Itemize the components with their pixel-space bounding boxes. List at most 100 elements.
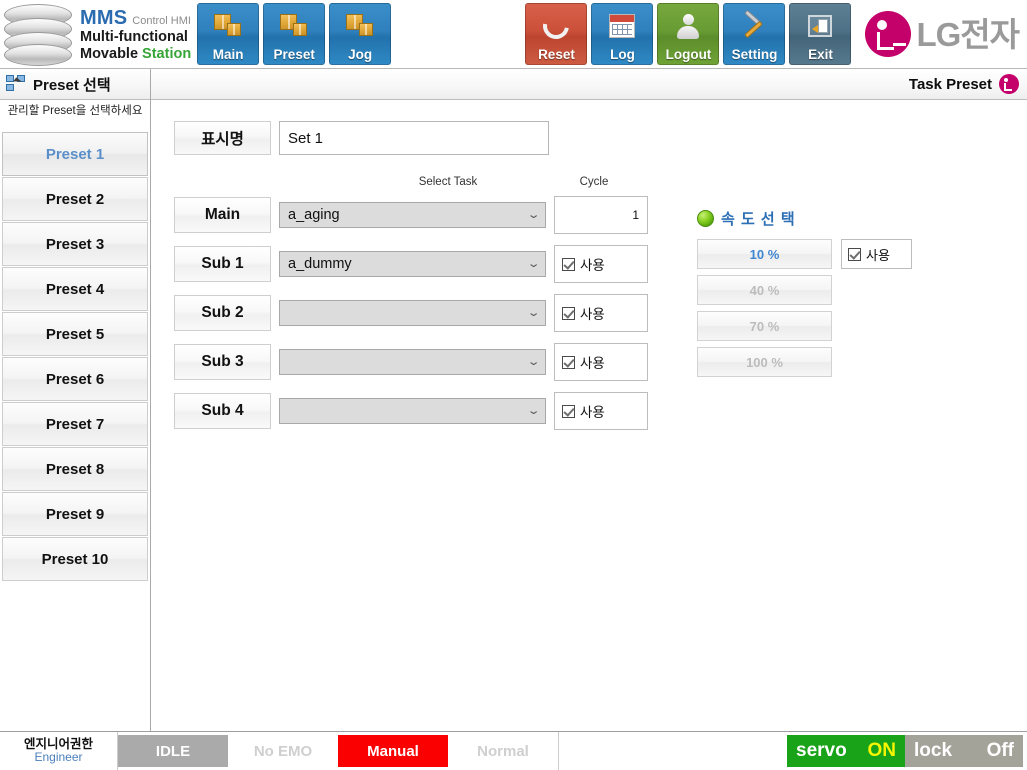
task-select-sub-4[interactable]: ⌄ bbox=[279, 398, 546, 424]
sidebar-item-preset-7[interactable]: Preset 7 bbox=[2, 402, 148, 446]
reset-button[interactable]: Reset bbox=[525, 3, 588, 65]
logout-button-label: Logout bbox=[665, 46, 712, 62]
chevron-down-icon: ⌄ bbox=[526, 404, 541, 417]
auth-level-ko: 엔지니어권한 bbox=[23, 736, 93, 751]
hmi-application: MMS Control HMI Multi-functional Movable… bbox=[0, 0, 1027, 770]
status-badge-manual: Manual bbox=[338, 735, 448, 767]
display-name-input[interactable]: Set 1 bbox=[279, 121, 549, 155]
task-row-sub-1: Sub 1 a_dummy ⌄ 사용 bbox=[174, 245, 648, 283]
green-globe-icon bbox=[697, 210, 714, 227]
speed-option-70[interactable]: 70 % bbox=[697, 311, 832, 341]
calendar-icon bbox=[609, 4, 636, 48]
sidebar-item-preset-1[interactable]: Preset 1 bbox=[2, 132, 148, 176]
column-header-cycle: Cycle bbox=[579, 176, 609, 188]
use-checkbox-label: 사용 bbox=[580, 356, 605, 371]
status-spacer bbox=[559, 732, 787, 770]
speed-use-checkbox[interactable]: 사용 bbox=[841, 239, 912, 269]
task-row-sub-3: Sub 3 ⌄ 사용 bbox=[174, 343, 648, 381]
sidebar-item-preset-3[interactable]: Preset 3 bbox=[2, 222, 148, 266]
sidebar-item-label: Preset 1 bbox=[45, 145, 105, 163]
brand-text: MMS Control HMI Multi-functional Movable… bbox=[80, 6, 191, 63]
task-row-label: Sub 3 bbox=[174, 344, 271, 380]
column-headers: Select Task Cycle bbox=[151, 176, 1027, 192]
lock-toggle-value: Off bbox=[986, 740, 1014, 761]
task-row-sub-2: Sub 2 ⌄ 사용 bbox=[174, 294, 648, 332]
sidebar-item-preset-9[interactable]: Preset 9 bbox=[2, 492, 148, 536]
servo-toggle[interactable]: servo ON bbox=[787, 735, 905, 767]
top-toolbar: MMS Control HMI Multi-functional Movable… bbox=[0, 0, 1027, 69]
task-row-label: Main bbox=[174, 197, 271, 233]
sidebar-item-label: Preset 9 bbox=[45, 505, 105, 523]
servo-toggle-value: ON bbox=[867, 740, 897, 761]
use-checkbox-label: 사용 bbox=[580, 307, 605, 322]
chevron-down-icon: ⌄ bbox=[526, 257, 541, 270]
task-row-label: Sub 4 bbox=[174, 393, 271, 429]
servo-toggle-label: servo bbox=[796, 740, 847, 761]
checkbox-icon bbox=[562, 257, 575, 271]
use-checkbox-label: 사용 bbox=[580, 405, 605, 420]
status-badge-idle: IDLE bbox=[118, 735, 228, 767]
speed-option-40[interactable]: 40 % bbox=[697, 275, 832, 305]
sidebar-item-label: Preset 3 bbox=[45, 235, 105, 253]
use-checkbox-label: 사용 bbox=[580, 258, 605, 273]
checkbox-icon bbox=[562, 404, 575, 418]
content-area: Preset 선택 관리할 Preset을 선택하세요 Preset 1 Pre… bbox=[0, 69, 1027, 731]
use-checkbox-sub-4[interactable]: 사용 bbox=[554, 392, 648, 430]
nav-button-preset[interactable]: Preset bbox=[263, 3, 326, 65]
main-panel-header: Task Preset bbox=[151, 69, 1027, 100]
sidebar-item-preset-2[interactable]: Preset 2 bbox=[2, 177, 148, 221]
checkbox-icon bbox=[562, 355, 575, 369]
sidebar-item-preset-6[interactable]: Preset 6 bbox=[2, 357, 148, 401]
speed-options: 10 % 40 % 70 % 100 % bbox=[697, 239, 832, 377]
speed-option-label: 40 % bbox=[749, 282, 780, 298]
task-select-sub-2[interactable]: ⌄ bbox=[279, 300, 546, 326]
logout-button[interactable]: Logout bbox=[657, 3, 720, 65]
log-button-label: Log bbox=[610, 46, 635, 62]
status-bar: 엔지니어권한 Engineer IDLE No EMO Manual Norma… bbox=[0, 731, 1027, 770]
setting-button[interactable]: Setting bbox=[723, 3, 786, 65]
task-row-main: Main a_aging ⌄ 1 bbox=[174, 196, 648, 234]
exit-icon bbox=[808, 4, 833, 48]
lg-logo-icon bbox=[999, 74, 1019, 94]
sidebar-item-label: Preset 8 bbox=[45, 460, 105, 478]
exit-button-label: Exit bbox=[808, 46, 833, 62]
use-checkbox-sub-3[interactable]: 사용 bbox=[554, 343, 648, 381]
exit-button[interactable]: Exit bbox=[789, 3, 852, 65]
nav-button-jog[interactable]: Jog bbox=[329, 3, 392, 65]
nav-buttons: Main Preset Jog bbox=[197, 3, 392, 65]
task-row-label: Sub 1 bbox=[174, 246, 271, 282]
speed-use-label: 사용 bbox=[866, 247, 890, 263]
auth-level-en: Engineer bbox=[34, 750, 83, 765]
sidebar-item-label: Preset 5 bbox=[45, 325, 105, 343]
nav-button-main-label: Main bbox=[212, 46, 244, 62]
log-button[interactable]: Log bbox=[591, 3, 654, 65]
cycle-input-main[interactable]: 1 bbox=[554, 196, 648, 234]
sidebar-item-preset-4[interactable]: Preset 4 bbox=[2, 267, 148, 311]
brand-line-2: Multi-functional bbox=[80, 29, 188, 46]
speed-panel-body: 10 % 40 % 70 % 100 % 사용 bbox=[697, 239, 912, 377]
sidebar-item-preset-10[interactable]: Preset 10 bbox=[2, 537, 148, 581]
speed-option-10[interactable]: 10 % bbox=[697, 239, 832, 269]
reset-button-label: Reset bbox=[538, 46, 575, 62]
task-select-sub-3[interactable]: ⌄ bbox=[279, 349, 546, 375]
speed-panel-header: 속 도 선 택 bbox=[697, 208, 912, 229]
lg-branding: LG전자 bbox=[855, 11, 1027, 57]
sidebar-item-preset-8[interactable]: Preset 8 bbox=[2, 447, 148, 491]
preset-form: 표시명 Set 1 Select Task Cycle Main a_aging… bbox=[151, 100, 1027, 731]
lock-toggle[interactable]: lock Off bbox=[905, 735, 1023, 767]
task-select-sub-1[interactable]: a_dummy ⌄ bbox=[279, 251, 546, 277]
setting-button-label: Setting bbox=[731, 46, 778, 62]
sidebar-item-label: Preset 4 bbox=[45, 280, 105, 298]
nav-button-main[interactable]: Main bbox=[197, 3, 260, 65]
use-checkbox-sub-1[interactable]: 사용 bbox=[554, 245, 648, 283]
speed-option-100[interactable]: 100 % bbox=[697, 347, 832, 377]
sidebar-header: Preset 선택 bbox=[0, 69, 150, 100]
task-select-main[interactable]: a_aging ⌄ bbox=[279, 202, 546, 228]
speed-option-label: 100 % bbox=[746, 354, 783, 370]
nav-button-jog-label: Jog bbox=[348, 46, 373, 62]
sidebar-item-label: Preset 7 bbox=[45, 415, 105, 433]
use-checkbox-sub-2[interactable]: 사용 bbox=[554, 294, 648, 332]
display-name-row: 표시명 Set 1 bbox=[174, 121, 549, 155]
boxes-icon bbox=[279, 4, 309, 48]
sidebar-item-preset-5[interactable]: Preset 5 bbox=[2, 312, 148, 356]
